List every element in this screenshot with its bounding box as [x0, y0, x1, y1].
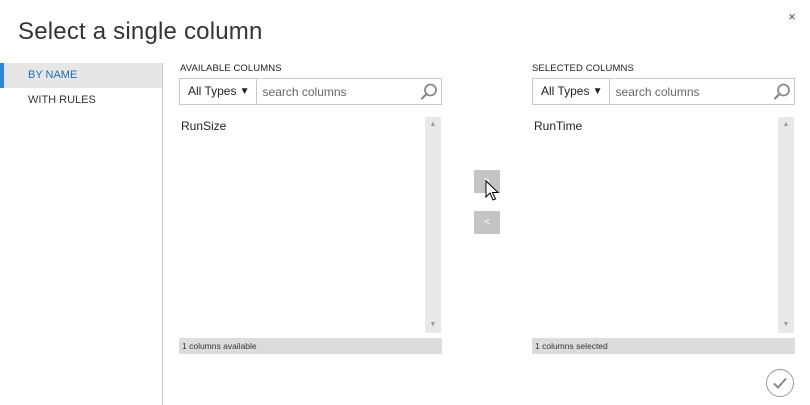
- selected-searchbar: All Types ▼: [532, 78, 795, 105]
- selected-footer: 1 columns selected: [532, 338, 795, 354]
- search-icon[interactable]: [771, 79, 794, 104]
- scroll-up-icon[interactable]: ▲: [778, 118, 794, 132]
- scroll-down-icon[interactable]: ▼: [425, 318, 441, 332]
- scroll-up-icon[interactable]: ▲: [425, 118, 441, 132]
- available-columns-list: RunSize ▲ ▼: [179, 117, 442, 333]
- available-columns-header: AVAILABLE COLUMNS: [180, 63, 282, 74]
- nav-item-by-name[interactable]: BY NAME: [0, 63, 162, 88]
- available-searchbar: All Types ▼: [179, 78, 442, 105]
- selected-scrollbar[interactable]: ▲ ▼: [778, 117, 794, 333]
- available-search-input[interactable]: [256, 79, 418, 104]
- selected-type-select[interactable]: All Types ▼: [533, 79, 610, 104]
- checkmark-icon: [773, 377, 787, 389]
- selected-columns-list: RunTime ▲ ▼: [532, 117, 795, 333]
- scroll-down-icon[interactable]: ▼: [778, 318, 794, 332]
- dialog-title: Select a single column: [18, 18, 263, 45]
- available-type-select[interactable]: All Types ▼: [180, 79, 257, 104]
- selected-search-input[interactable]: [609, 79, 771, 104]
- ok-button[interactable]: [766, 369, 794, 397]
- caret-down-icon: ▼: [239, 86, 250, 97]
- available-scrollbar[interactable]: ▲ ▼: [425, 117, 441, 333]
- list-item-runsize[interactable]: RunSize: [181, 119, 226, 133]
- list-item-runtime[interactable]: RunTime: [534, 119, 582, 133]
- nav-item-with-rules[interactable]: WITH RULES: [0, 88, 162, 113]
- remove-column-button[interactable]: <: [474, 211, 500, 234]
- nav-item-label: WITH RULES: [28, 94, 96, 106]
- sidebar: BY NAME WITH RULES: [0, 63, 163, 405]
- close-icon[interactable]: ×: [786, 10, 798, 24]
- available-footer: 1 columns available: [179, 338, 442, 354]
- nav-item-label: BY NAME: [28, 69, 78, 81]
- mouse-cursor-icon: [485, 180, 500, 201]
- search-icon[interactable]: [418, 79, 441, 104]
- type-select-value: All Types: [188, 84, 237, 98]
- selected-columns-header: SELECTED COLUMNS: [532, 63, 634, 74]
- type-select-value: All Types: [541, 84, 590, 98]
- caret-down-icon: ▼: [592, 86, 603, 97]
